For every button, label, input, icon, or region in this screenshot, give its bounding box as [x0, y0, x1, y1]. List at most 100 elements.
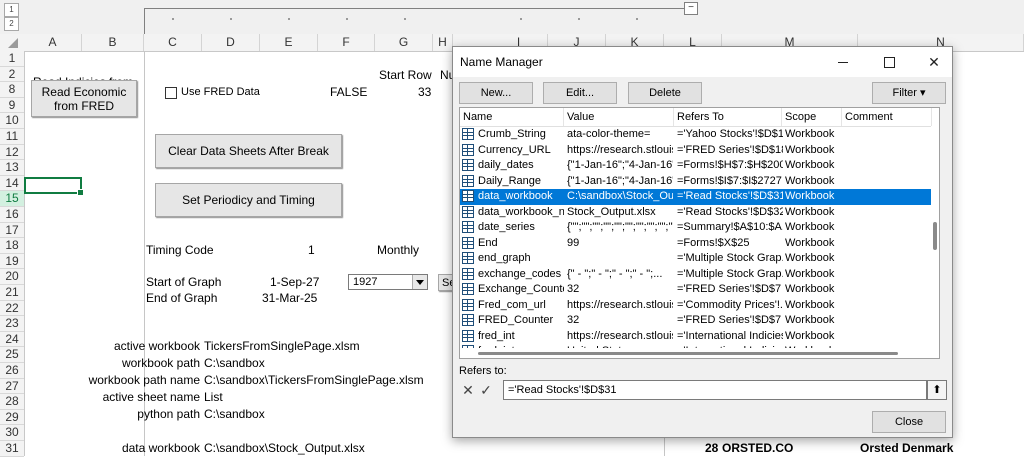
- end-of-graph-value: 31-Mar-25: [262, 291, 318, 305]
- names-list-row[interactable]: data_workbook C:\sandbox\Stock_Out... ='Re…: [460, 189, 932, 205]
- column-header-f[interactable]: F: [318, 34, 375, 51]
- clear-data-sheets-button[interactable]: Clear Data Sheets After Break: [155, 134, 342, 168]
- outline-dot: [404, 18, 406, 20]
- row-header-16[interactable]: 16: [0, 207, 24, 223]
- row-header-17[interactable]: 17: [0, 223, 24, 239]
- read-economic-from-fred-button[interactable]: Read Economic from FRED: [31, 80, 137, 117]
- row-header-12[interactable]: 12: [0, 145, 24, 161]
- column-header-scope[interactable]: Scope: [782, 108, 842, 126]
- cancel-icon[interactable]: ✕: [459, 381, 477, 399]
- row-header-8[interactable]: 8: [0, 82, 24, 98]
- refers-to-cell: ='FRED Series'!$D$7: [677, 283, 782, 295]
- close-button[interactable]: Close: [872, 411, 946, 433]
- refers-to-label: Refers to:: [459, 365, 507, 377]
- row-header-14[interactable]: 14: [0, 176, 24, 192]
- set-periodicy-timing-button[interactable]: Set Periodicy and Timing: [155, 183, 342, 217]
- names-list-row[interactable]: daily_dates {"1-Jan-16";"4-Jan-16";... =Fo…: [460, 158, 932, 174]
- use-fred-data-checkbox[interactable]: [165, 87, 177, 99]
- column-header-c[interactable]: C: [144, 34, 202, 51]
- names-list-row[interactable]: end_graph ='Multiple Stock Grap... Workboo…: [460, 251, 932, 267]
- value-cell: {"1-Jan-16";"4-Jan-16";...: [567, 159, 673, 171]
- outline-group-line: [144, 8, 684, 9]
- close-window-button[interactable]: ✕: [919, 51, 949, 73]
- column-header-refers-to[interactable]: Refers To: [674, 108, 782, 126]
- minimize-icon: [838, 62, 848, 63]
- names-list-row[interactable]: FRED_Counter 32 ='FRED Series'!$D$7 Workboo…: [460, 313, 932, 329]
- named-range-icon: [462, 174, 474, 187]
- edit-name-button[interactable]: Edit...: [543, 82, 617, 104]
- row-header-13[interactable]: 13: [0, 160, 24, 176]
- scope-cell: Workbook: [785, 314, 835, 326]
- row-header-25[interactable]: 25: [0, 347, 24, 363]
- row-header-31[interactable]: 31: [0, 441, 24, 457]
- row-header-2[interactable]: 2: [0, 67, 24, 83]
- names-list-row[interactable]: data_workbook_n...Stock_Output.xlsx ='Rea…: [460, 205, 932, 221]
- delete-name-button[interactable]: Delete: [628, 82, 702, 104]
- chevron-down-icon[interactable]: [412, 275, 427, 289]
- row-header-22[interactable]: 22: [0, 301, 24, 317]
- column-header-value[interactable]: Value: [564, 108, 674, 126]
- outline-collapse-button[interactable]: −: [684, 2, 698, 15]
- names-list-row[interactable]: Daily_Range {"1-Jan-16";"4-Jan-16";... =Fo…: [460, 174, 932, 190]
- names-list-row[interactable]: Exchange_Counter 32 ='FRED Series'!$D$7 Wor…: [460, 282, 932, 298]
- row-header-28[interactable]: 28: [0, 394, 24, 410]
- row-header-26[interactable]: 26: [0, 363, 24, 379]
- new-name-button[interactable]: New...: [459, 82, 533, 104]
- names-list-row[interactable]: End 99 =Forms!$X$25 Workbook: [460, 236, 932, 252]
- vertical-scroll-thumb[interactable]: [933, 222, 937, 250]
- data-workbook-label: data workbook: [121, 441, 200, 455]
- horizontal-scroll-thumb[interactable]: [478, 352, 898, 355]
- column-header-d[interactable]: D: [202, 34, 260, 51]
- names-list-row[interactable]: Crumb_String ata-color-theme= ='Yahoo Stoc…: [460, 127, 932, 143]
- column-header-b[interactable]: B: [82, 34, 144, 51]
- column-header-name[interactable]: Name: [460, 108, 564, 126]
- names-list-row[interactable]: date_series {"";"";"";"";"";"";"";"";"";"…: [460, 220, 932, 236]
- row-header-9[interactable]: 9: [0, 98, 24, 114]
- names-list-row[interactable]: Fred_com_url https://research.stlouis... =…: [460, 298, 932, 314]
- fill-handle[interactable]: [77, 189, 84, 196]
- column-header-a[interactable]: A: [24, 34, 82, 51]
- column-header-h[interactable]: H: [433, 34, 453, 51]
- name-cell: data_workbook: [478, 190, 553, 202]
- names-list[interactable]: Name Value Refers To Scope Comment Crumb…: [459, 107, 940, 359]
- column-header-g[interactable]: G: [375, 34, 433, 51]
- select-all-corner[interactable]: [8, 38, 18, 48]
- row-header-23[interactable]: 23: [0, 316, 24, 332]
- row-header-29[interactable]: 29: [0, 410, 24, 426]
- row-header-18[interactable]: 18: [0, 238, 24, 254]
- scope-cell: Workbook: [785, 190, 835, 202]
- vertical-scrollbar[interactable]: [931, 126, 939, 358]
- checkmark-icon[interactable]: ✓: [477, 381, 495, 399]
- filter-button[interactable]: Filter ▾: [872, 82, 946, 104]
- row-header-1[interactable]: 1: [0, 51, 24, 67]
- outline-dot: [172, 18, 174, 20]
- outline-dot: [288, 18, 290, 20]
- outline-level-1-button[interactable]: 1: [4, 3, 19, 17]
- names-list-row[interactable]: Currency_URL https://research.stlouis... =…: [460, 143, 932, 159]
- names-list-row[interactable]: exchange_codes {" - ";" - ";" - ";" - ";.…: [460, 267, 932, 283]
- column-header-comment[interactable]: Comment: [842, 108, 932, 126]
- horizontal-scrollbar[interactable]: [460, 348, 939, 358]
- row-header-10[interactable]: 10: [0, 113, 24, 129]
- dialog-titlebar[interactable]: Name Manager ✕: [453, 47, 952, 77]
- use-fred-value: FALSE: [330, 85, 368, 99]
- row-header-15[interactable]: 15: [0, 191, 24, 207]
- minimize-button[interactable]: [828, 51, 858, 73]
- row-header-11[interactable]: 11: [0, 129, 24, 145]
- row-header-30[interactable]: 30: [0, 425, 24, 441]
- row-header-19[interactable]: 19: [0, 254, 24, 270]
- active-cell-a15[interactable]: [24, 177, 84, 196]
- refers-to-input[interactable]: ='Read Stocks'!$D$31: [503, 380, 927, 400]
- column-header-e[interactable]: E: [260, 34, 318, 51]
- name-cell: end_graph: [478, 252, 531, 264]
- outline-level-2-button[interactable]: 2: [4, 17, 19, 31]
- row-header-24[interactable]: 24: [0, 332, 24, 348]
- maximize-button[interactable]: [874, 51, 904, 73]
- names-list-row[interactable]: fred_int https://research.stlouis... ='Int…: [460, 329, 932, 345]
- year-combo-box[interactable]: 1927: [348, 274, 428, 290]
- close-icon: ✕: [928, 54, 940, 70]
- row-header-20[interactable]: 20: [0, 269, 24, 285]
- row-header-27[interactable]: 27: [0, 379, 24, 395]
- row-header-21[interactable]: 21: [0, 285, 24, 301]
- collapse-dialog-icon[interactable]: ⬆: [927, 380, 947, 400]
